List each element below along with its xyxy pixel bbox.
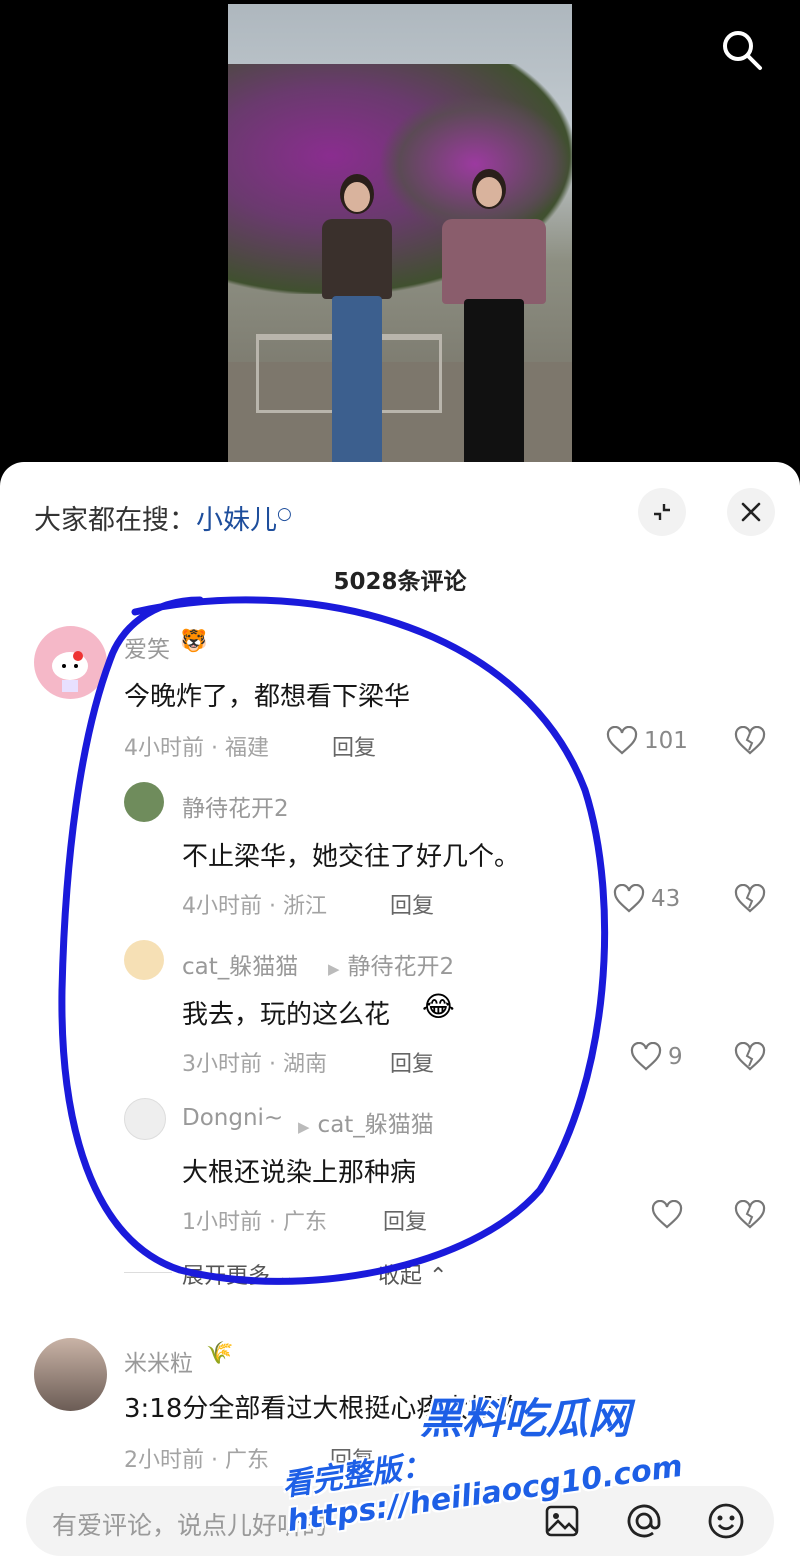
reply-button[interactable]: 回复 <box>390 1046 434 1078</box>
suggestion-prefix: 大家都在搜： <box>34 505 196 536</box>
like-count: 9 <box>668 1044 683 1070</box>
heart-icon <box>613 884 645 913</box>
like-count: 101 <box>644 728 688 754</box>
comment-meta: 4小时前 · 福建 <box>124 736 269 761</box>
chevron-down-icon: ⌄ <box>277 1264 296 1289</box>
expand-more-button[interactable]: 展开更多 ⌄ <box>182 1258 295 1290</box>
heart-broken-icon <box>734 883 766 913</box>
reply-text: 不止梁华，她交往了好几个。 <box>182 842 521 872</box>
heart-icon <box>630 1042 662 1071</box>
comment-count: 5028条评论 <box>333 569 467 595</box>
comment-username[interactable]: 爱笑 <box>124 630 170 664</box>
search-suggestion[interactable]: 大家都在搜：小妹儿○ <box>34 498 292 537</box>
video-frame[interactable] <box>228 4 572 472</box>
reply-button[interactable]: 回复 <box>383 1204 427 1236</box>
reply-meta: 3小时前 · 湖南 <box>182 1052 327 1077</box>
reply-to: ▶ cat_躲猫猫 <box>290 1105 434 1139</box>
heart-icon <box>651 1200 683 1229</box>
suggestion-keyword[interactable]: 小妹儿 <box>196 505 277 536</box>
close-icon <box>741 502 761 522</box>
reply-to-username[interactable]: 静待花开2 <box>348 954 455 980</box>
heart-broken-icon <box>734 1199 766 1229</box>
dislike-button[interactable] <box>734 725 766 760</box>
avatar[interactable] <box>124 1098 166 1140</box>
dislike-button[interactable] <box>734 883 766 918</box>
close-button[interactable] <box>727 488 775 536</box>
avatar[interactable] <box>34 626 107 699</box>
like-count: 43 <box>651 886 681 912</box>
search-icon[interactable] <box>720 28 764 72</box>
reply-text: 我去，玩的这么花 <box>182 1000 391 1030</box>
expand-more-label: 展开更多 <box>182 1264 271 1289</box>
reply-arrow-icon: ▶ <box>328 960 340 978</box>
mention-button[interactable] <box>620 1497 668 1545</box>
dislike-button[interactable] <box>734 1041 766 1076</box>
emoji-button[interactable] <box>702 1497 750 1545</box>
search-small-icon: ○ <box>277 504 292 524</box>
collapse-label: 收起 <box>378 1264 423 1289</box>
collapse-button[interactable]: 收起 ⌃ <box>378 1258 447 1290</box>
video-person-left <box>316 174 396 466</box>
like-button[interactable]: 101 <box>606 726 688 756</box>
reply-meta: 4小时前 · 浙江 <box>182 894 327 919</box>
tiger-emoji-icon: 🐯 <box>180 629 208 654</box>
collapse-screen-icon <box>654 504 670 520</box>
like-button[interactable] <box>651 1200 683 1230</box>
reply-to: ▶ 静待花开2 <box>320 947 454 981</box>
rice-emoji-icon: 🌾 <box>206 1341 234 1366</box>
comment-text: 今晚炸了，都想看下梁华 <box>124 682 411 712</box>
reply-username[interactable]: cat_躲猫猫 <box>182 947 298 981</box>
collapse-screen-button[interactable] <box>638 488 686 536</box>
heart-broken-icon <box>734 1041 766 1071</box>
laughing-emoji-icon: 😂 <box>422 990 455 1023</box>
avatar[interactable] <box>124 940 164 980</box>
like-button[interactable]: 9 <box>630 1042 683 1072</box>
avatar[interactable] <box>124 782 164 822</box>
reply-username[interactable]: 静待花开2 <box>182 789 289 823</box>
heart-broken-icon <box>734 725 766 755</box>
comment-sheet: 大家都在搜：小妹儿○ 5028条评论 爱笑 🐯 今晚炸了，都想看下梁华 4小时前… <box>0 462 800 1566</box>
divider <box>124 1272 172 1273</box>
reply-text: 大根还说染上那种病 <box>182 1158 417 1188</box>
reply-username[interactable]: Dongni~ <box>182 1105 283 1131</box>
image-button[interactable] <box>538 1497 586 1545</box>
heart-icon <box>606 726 638 755</box>
emoji-icon <box>708 1503 744 1539</box>
dislike-button[interactable] <box>734 1199 766 1234</box>
comment-username[interactable]: 米米粒 <box>124 1344 193 1378</box>
at-icon <box>627 1504 661 1538</box>
avatar[interactable] <box>34 1338 107 1411</box>
chevron-up-icon: ⌃ <box>429 1264 448 1289</box>
comment-meta: 2小时前 · 广东 <box>124 1448 269 1473</box>
reply-to-username[interactable]: cat_躲猫猫 <box>318 1112 434 1138</box>
reply-button[interactable]: 回复 <box>390 888 434 920</box>
reply-meta: 1小时前 · 广东 <box>182 1210 327 1235</box>
reply-button[interactable]: 回复 <box>332 730 376 762</box>
like-button[interactable]: 43 <box>613 884 680 914</box>
video-person-right <box>438 169 548 466</box>
reply-arrow-icon: ▶ <box>298 1118 310 1136</box>
image-icon <box>545 1505 579 1537</box>
